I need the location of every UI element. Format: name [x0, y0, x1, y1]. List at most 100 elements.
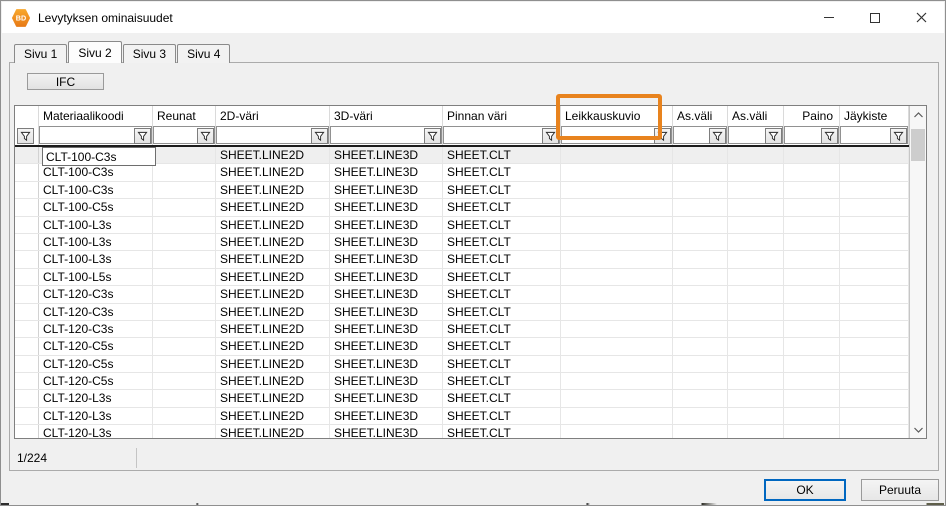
cell-paino[interactable]: [784, 286, 840, 302]
table-row[interactable]: CLT-120-C5sSHEET.LINE2DSHEET.LINE3DSHEET…: [15, 338, 909, 355]
cell-3d-vari[interactable]: SHEET.LINE3D: [330, 356, 443, 372]
cell-2d-vari[interactable]: SHEET.LINE2D: [216, 304, 330, 320]
cell-2d-vari[interactable]: SHEET.LINE2D: [216, 147, 330, 163]
cell-reunat[interactable]: [153, 286, 216, 302]
cell-leikkauskuvio[interactable]: [561, 304, 673, 320]
cell-jaykiste[interactable]: [840, 234, 909, 250]
row-header-cell[interactable]: [15, 251, 39, 267]
cell-as-vali-2[interactable]: [728, 338, 784, 354]
cell-paino[interactable]: [784, 217, 840, 233]
cell-2d-vari[interactable]: SHEET.LINE2D: [216, 182, 330, 198]
cell-3d-vari[interactable]: SHEET.LINE3D: [330, 164, 443, 180]
table-row[interactable]: SHEET.LINE2DSHEET.LINE3DSHEET.CLT: [15, 147, 909, 164]
table-row[interactable]: CLT-120-L3sSHEET.LINE2DSHEET.LINE3DSHEET…: [15, 425, 909, 439]
cell-leikkauskuvio[interactable]: [561, 408, 673, 424]
cell-jaykiste[interactable]: [840, 408, 909, 424]
row-header-cell[interactable]: [15, 425, 39, 439]
column-header-pinnan-vari[interactable]: Pinnan väri: [443, 106, 561, 126]
row-header-cell[interactable]: [15, 338, 39, 354]
cell-pinnan-vari[interactable]: SHEET.CLT: [443, 147, 561, 163]
cell-as-vali-1[interactable]: [673, 269, 728, 285]
cell-paino[interactable]: [784, 356, 840, 372]
cell-as-vali-2[interactable]: [728, 373, 784, 389]
cell-as-vali-2[interactable]: [728, 147, 784, 163]
filter-button-materiaalikoodi[interactable]: [134, 128, 151, 144]
cell-as-vali-1[interactable]: [673, 338, 728, 354]
row-header-cell[interactable]: [15, 390, 39, 406]
cell-as-vali-1[interactable]: [673, 408, 728, 424]
cell-paino[interactable]: [784, 425, 840, 439]
cell-reunat[interactable]: [153, 373, 216, 389]
cell-jaykiste[interactable]: [840, 182, 909, 198]
row-header-cell[interactable]: [15, 408, 39, 424]
cell-leikkauskuvio[interactable]: [561, 147, 673, 163]
column-header-3d-vari[interactable]: 3D-väri: [330, 106, 443, 126]
cell-2d-vari[interactable]: SHEET.LINE2D: [216, 321, 330, 337]
filter-button-reunat[interactable]: [197, 128, 214, 144]
cell-2d-vari[interactable]: SHEET.LINE2D: [216, 217, 330, 233]
cell-3d-vari[interactable]: SHEET.LINE3D: [330, 234, 443, 250]
filter-button-pinnan-vari[interactable]: [542, 128, 559, 144]
vertical-scrollbar[interactable]: [909, 106, 926, 438]
cell-as-vali-2[interactable]: [728, 164, 784, 180]
filter-button-as-vali-1[interactable]: [709, 128, 726, 144]
cell-materiaalikoodi[interactable]: CLT-120-L3s: [39, 390, 153, 406]
row-header-cell[interactable]: [15, 286, 39, 302]
cell-pinnan-vari[interactable]: SHEET.CLT: [443, 408, 561, 424]
cell-materiaalikoodi[interactable]: CLT-120-C5s: [39, 338, 153, 354]
close-button[interactable]: [898, 2, 944, 33]
row-header-cell[interactable]: [15, 356, 39, 372]
table-row[interactable]: CLT-100-C3sSHEET.LINE2DSHEET.LINE3DSHEET…: [15, 164, 909, 181]
cell-2d-vari[interactable]: SHEET.LINE2D: [216, 251, 330, 267]
cell-paino[interactable]: [784, 234, 840, 250]
row-header-cell[interactable]: [15, 164, 39, 180]
cell-as-vali-1[interactable]: [673, 390, 728, 406]
row-header-cell[interactable]: [15, 199, 39, 215]
cell-leikkauskuvio[interactable]: [561, 373, 673, 389]
cell-jaykiste[interactable]: [840, 217, 909, 233]
cell-leikkauskuvio[interactable]: [561, 425, 673, 439]
cell-jaykiste[interactable]: [840, 390, 909, 406]
cell-as-vali-2[interactable]: [728, 390, 784, 406]
cell-as-vali-1[interactable]: [673, 373, 728, 389]
ifc-button[interactable]: IFC: [27, 73, 104, 90]
cell-as-vali-1[interactable]: [673, 321, 728, 337]
cell-pinnan-vari[interactable]: SHEET.CLT: [443, 304, 561, 320]
cell-as-vali-1[interactable]: [673, 425, 728, 439]
cell-3d-vari[interactable]: SHEET.LINE3D: [330, 408, 443, 424]
cell-materiaalikoodi[interactable]: CLT-100-L3s: [39, 234, 153, 250]
cell-pinnan-vari[interactable]: SHEET.CLT: [443, 321, 561, 337]
cancel-button[interactable]: Peruuta: [861, 479, 939, 501]
row-header-cell[interactable]: [15, 304, 39, 320]
cell-paino[interactable]: [784, 269, 840, 285]
table-row[interactable]: CLT-100-L3sSHEET.LINE2DSHEET.LINE3DSHEET…: [15, 251, 909, 268]
cell-as-vali-2[interactable]: [728, 269, 784, 285]
cell-3d-vari[interactable]: SHEET.LINE3D: [330, 269, 443, 285]
cell-materiaalikoodi[interactable]: CLT-120-C5s: [39, 356, 153, 372]
cell-reunat[interactable]: [153, 147, 216, 163]
cell-reunat[interactable]: [153, 182, 216, 198]
cell-3d-vari[interactable]: SHEET.LINE3D: [330, 199, 443, 215]
cell-leikkauskuvio[interactable]: [561, 251, 673, 267]
cell-3d-vari[interactable]: SHEET.LINE3D: [330, 373, 443, 389]
cell-jaykiste[interactable]: [840, 321, 909, 337]
cell-jaykiste[interactable]: [840, 147, 909, 163]
cell-pinnan-vari[interactable]: SHEET.CLT: [443, 164, 561, 180]
table-row[interactable]: CLT-120-C3sSHEET.LINE2DSHEET.LINE3DSHEET…: [15, 321, 909, 338]
cell-materiaalikoodi[interactable]: CLT-120-C5s: [39, 373, 153, 389]
cell-paino[interactable]: [784, 373, 840, 389]
cell-2d-vari[interactable]: SHEET.LINE2D: [216, 425, 330, 439]
table-row[interactable]: CLT-100-C3sSHEET.LINE2DSHEET.LINE3DSHEET…: [15, 182, 909, 199]
cell-materiaalikoodi[interactable]: CLT-100-L5s: [39, 269, 153, 285]
column-header-leikkauskuvio[interactable]: Leikkauskuvio: [561, 106, 673, 126]
filter-button-paino[interactable]: [821, 128, 838, 144]
cell-jaykiste[interactable]: [840, 425, 909, 439]
column-header-2d-vari[interactable]: 2D-väri: [216, 106, 330, 126]
cell-2d-vari[interactable]: SHEET.LINE2D: [216, 356, 330, 372]
editing-cell-input[interactable]: [42, 147, 153, 163]
tab-sivu-3[interactable]: Sivu 3: [123, 44, 176, 63]
scroll-thumb[interactable]: [911, 129, 925, 161]
cell-as-vali-2[interactable]: [728, 286, 784, 302]
cell-3d-vari[interactable]: SHEET.LINE3D: [330, 321, 443, 337]
table-row[interactable]: CLT-120-C3sSHEET.LINE2DSHEET.LINE3DSHEET…: [15, 286, 909, 303]
